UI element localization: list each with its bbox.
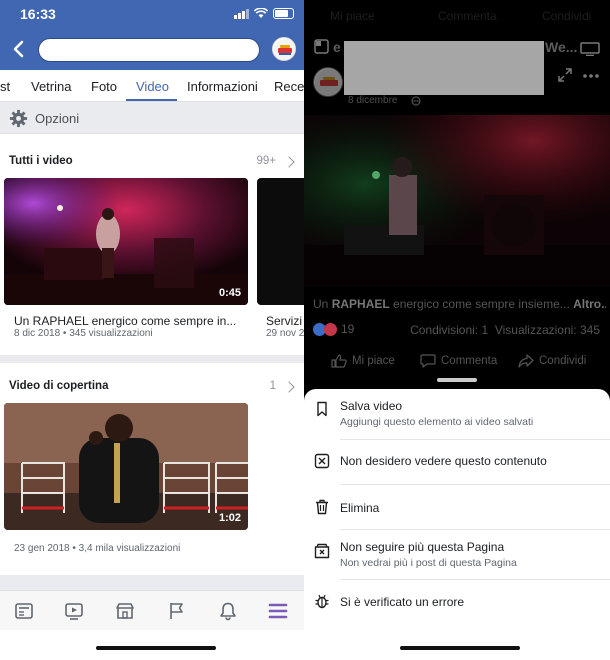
video-title[interactable]: Un RAPHAEL energico come sempre in... [14, 314, 244, 328]
views-count: Visualizzazioni: 345 [494, 323, 600, 337]
unfollow-icon [314, 543, 330, 559]
notifications-bell-icon[interactable] [218, 601, 238, 621]
report-error-option[interactable]: Si è verificato un errore [304, 580, 610, 624]
option-title: Non seguire più questa Pagina [340, 540, 505, 554]
chevron-right-icon[interactable] [283, 381, 295, 393]
options-bar[interactable]: Opzioni [0, 102, 304, 134]
tab-recensioni[interactable]: Recen [274, 79, 304, 94]
section-title-cover-video: Video di copertina [9, 380, 109, 392]
love-reaction-icon [324, 322, 337, 336]
status-time: 16:33 [20, 6, 56, 22]
option-title: Salva video [340, 399, 403, 413]
wifi-icon [254, 8, 268, 18]
pages-flag-icon[interactable] [167, 601, 187, 621]
video-title[interactable]: Servizi [266, 314, 304, 328]
post-actions: Mi piace Commenta Condividi [304, 352, 610, 372]
option-subtitle: Non vedrai più i post di questa Pagina [340, 557, 517, 569]
page-tabs: st Vetrina Foto Video Informazioni Recen [0, 70, 304, 102]
hide-content-option[interactable]: Non desidero vedere questo contenuto [304, 440, 610, 484]
share-icon [518, 354, 534, 368]
like-label: Mi piace [352, 355, 395, 367]
video-thumbnail-next[interactable] [257, 178, 304, 305]
section-count[interactable]: 1 [270, 380, 276, 392]
section-divider [0, 355, 304, 363]
tab-vetrina[interactable]: Vetrina [31, 79, 71, 94]
search-input[interactable] [38, 38, 260, 62]
bottom-tab-bar [0, 590, 304, 630]
video-meta: 8 dic 2018 • 345 visualizzazioni [14, 328, 153, 339]
bookmark-icon [317, 401, 327, 417]
marketplace-icon[interactable] [115, 601, 135, 621]
unfollow-page-option[interactable]: Non seguire più questa Pagina Non vedrai… [304, 530, 610, 579]
comment-label: Commenta [441, 355, 498, 367]
watch-icon[interactable] [64, 601, 84, 621]
cover-video-thumbnail[interactable]: 1:02 [4, 403, 248, 530]
post-caption: Un RAPHAEL energico come sempre insieme.… [313, 297, 606, 311]
delete-option[interactable]: Elimina [304, 485, 610, 529]
caption-bold: RAPHAEL [331, 297, 390, 311]
caption-text: energico come sempre insieme... [389, 297, 570, 311]
option-title: Non desidero vedere questo contenuto [340, 454, 547, 468]
tab-video[interactable]: Video [136, 79, 169, 94]
video-meta: 23 gen 2018 • 3,4 mila visualizzazioni [14, 543, 181, 554]
active-tab-indicator [126, 99, 177, 101]
options-label: Opzioni [35, 111, 80, 126]
video-thumbnail[interactable]: 0:45 [4, 178, 248, 305]
hide-icon [314, 453, 330, 469]
like-button[interactable]: Mi piace [331, 354, 395, 368]
tab-post[interactable]: st [0, 79, 10, 94]
signal-icon [234, 8, 249, 19]
left-screen: 16:33 st Vetrina Foto Video Informazioni… [0, 0, 304, 660]
sheet-handle[interactable] [437, 378, 477, 382]
shares-views: Condivisioni: 1 Visualizzazioni: 345 [410, 323, 600, 337]
news-feed-icon[interactable] [14, 601, 34, 621]
top-nav [0, 30, 304, 70]
comment-button[interactable]: Commenta [420, 354, 497, 368]
status-bar: 16:33 [0, 0, 304, 30]
home-indicator [400, 646, 520, 650]
thumbs-up-icon [331, 354, 347, 368]
tab-foto[interactable]: Foto [91, 79, 117, 94]
home-indicator [96, 646, 216, 650]
video-duration: 0:45 [218, 287, 241, 299]
trash-icon [316, 499, 328, 515]
status-icons [234, 8, 294, 19]
reactions-summary[interactable]: 19 [313, 322, 354, 336]
section-count[interactable]: 99+ [256, 155, 276, 167]
shares-count[interactable]: Condivisioni: 1 [410, 323, 488, 337]
section-title-all-videos: Tutti i video [9, 155, 73, 167]
option-title: Si è verificato un errore [340, 595, 465, 609]
page-avatar[interactable] [272, 37, 296, 61]
action-sheet: Salva video Aggiungi questo elemento ai … [304, 389, 610, 660]
bug-icon [315, 594, 329, 609]
share-button[interactable]: Condividi [518, 354, 586, 368]
chevron-right-icon[interactable] [283, 156, 295, 168]
option-subtitle: Aggiungi questo elemento ai video salvat… [340, 416, 534, 428]
back-arrow-icon[interactable] [8, 38, 30, 60]
menu-icon[interactable] [268, 601, 288, 621]
gear-icon [9, 109, 28, 128]
reaction-count: 19 [341, 322, 355, 336]
right-screen: Mi piace Commenta Condividi e We... 8 di… [304, 0, 610, 660]
save-video-option[interactable]: Salva video Aggiungi questo elemento ai … [304, 389, 610, 439]
option-title: Elimina [340, 501, 380, 515]
battery-icon [273, 8, 294, 19]
video-meta: 29 nov 2 [266, 328, 304, 339]
video-duration: 1:02 [218, 512, 241, 524]
caption-prefix: Un [313, 297, 332, 311]
section-divider [0, 575, 304, 590]
tab-informazioni[interactable]: Informazioni [187, 79, 258, 94]
caption-more-link[interactable]: Altro... [573, 297, 606, 311]
share-label: Condividi [539, 355, 587, 367]
comment-icon [420, 354, 436, 368]
